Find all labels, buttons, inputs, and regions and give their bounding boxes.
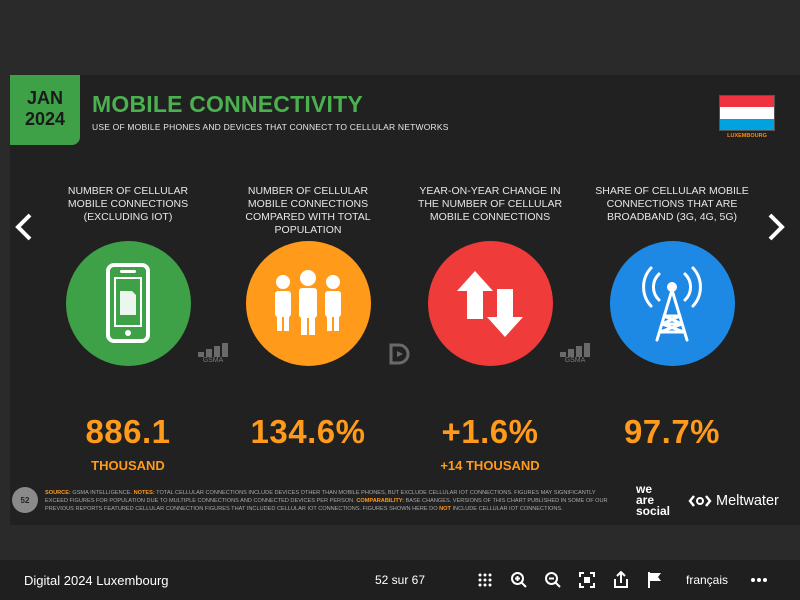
fullscreen-icon[interactable] [577, 570, 597, 590]
flag-icon[interactable] [645, 570, 665, 590]
zoom-out-icon[interactable] [543, 570, 563, 590]
we-are-social-logo: we are social [636, 482, 671, 518]
cell-tower-icon [609, 241, 735, 366]
gsma-logo: GSMA [198, 341, 228, 364]
mobile-phone-icon [65, 241, 191, 366]
gsma-logo: GSMA [560, 341, 590, 364]
metric-value: 886.1 [85, 413, 171, 450]
metric-value: 134.6% [250, 413, 366, 450]
meltwater-logo: Meltwater [688, 493, 779, 509]
luxembourg-flag-icon [719, 95, 775, 131]
metric-sub: THOUSAND [91, 458, 165, 473]
metric-label: SHARE OF CELLULAR MOBILE CONNECTIONS THA… [595, 185, 749, 223]
next-slide-icon[interactable] [764, 212, 788, 242]
more-icon[interactable] [749, 570, 769, 590]
metric-label: YEAR-ON-YEAR CHANGE IN THE NUMBER OF CEL… [417, 185, 563, 223]
metric-value: 97.7% [623, 413, 721, 450]
metric-label: NUMBER OF CELLULAR MOBILE CONNECTIONS CO… [245, 185, 371, 236]
metric-broadband-share: SHARE OF CELLULAR MOBILE CONNECTIONS THA… [592, 185, 752, 451]
previous-slide-icon[interactable] [12, 212, 36, 242]
metric-label: NUMBER OF CELLULAR MOBILE CONNECTIONS (E… [67, 185, 189, 223]
source-notes: SOURCE: GSMA INTELLIGENCE. NOTES: TOTAL … [45, 490, 608, 512]
viewer-toolbar: Digital 2024 Luxembourg 52 sur 67 frança… [0, 560, 800, 600]
datareportal-logo-icon [388, 341, 414, 367]
metric-value: +1.6% [441, 413, 539, 450]
metric-sub: +14 THOUSAND [440, 458, 540, 473]
up-down-arrows-icon [427, 241, 553, 366]
slide-title: MOBILE CONNECTIVITY [92, 91, 363, 117]
metric-mobile-connections: NUMBER OF CELLULAR MOBILE CONNECTIONS (E… [48, 185, 208, 473]
share-icon[interactable] [611, 570, 631, 590]
people-icon [245, 241, 371, 366]
date-badge: JAN 2024 [10, 75, 80, 145]
slide-page-number: 52 [12, 487, 38, 513]
metric-yoy-change: YEAR-ON-YEAR CHANGE IN THE NUMBER OF CEL… [410, 185, 570, 473]
presentation-viewer: JAN 2024 MOBILE CONNECTIVITY USE OF MOBI… [0, 0, 800, 560]
page-counter: 52 sur 67 [375, 573, 426, 587]
date-year: 2024 [24, 109, 66, 129]
document-title: Digital 2024 Luxembourg [24, 573, 169, 588]
language-selector[interactable]: français [686, 573, 728, 587]
zoom-in-icon[interactable] [509, 570, 529, 590]
grid-icon[interactable] [475, 570, 495, 590]
country-label: LUXEMBOURG [727, 133, 767, 139]
metric-connections-vs-population: NUMBER OF CELLULAR MOBILE CONNECTIONS CO… [228, 185, 388, 451]
date-month: JAN [26, 88, 63, 108]
slide: JAN 2024 MOBILE CONNECTIVITY USE OF MOBI… [10, 75, 800, 525]
slide-subtitle: USE OF MOBILE PHONES AND DEVICES THAT CO… [92, 122, 449, 132]
